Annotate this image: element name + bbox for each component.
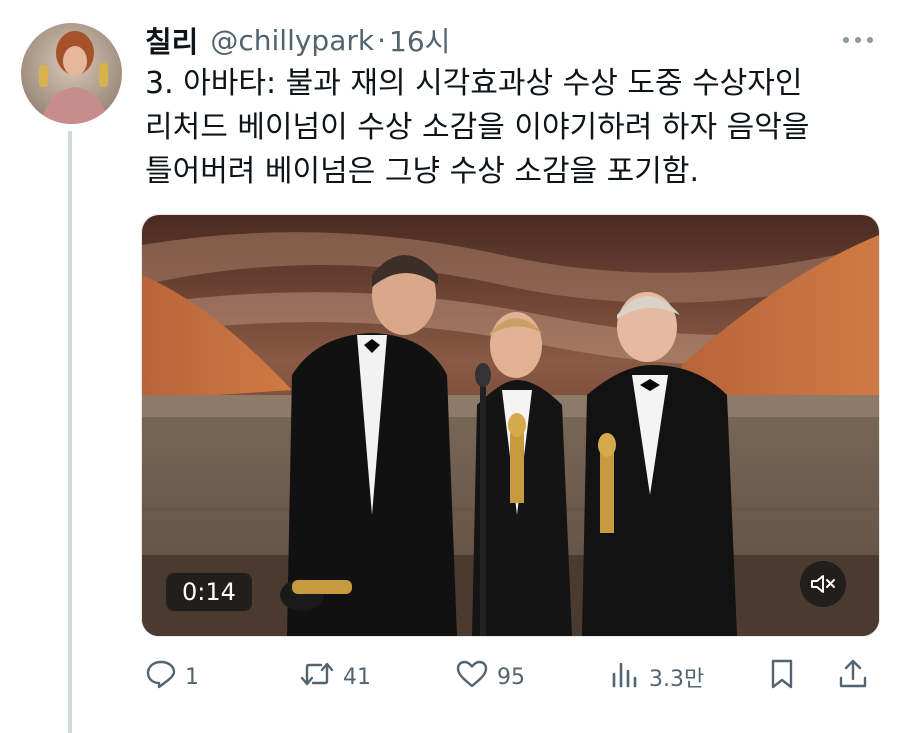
tweet-text: 3. 아바타: 불과 재의 시각효과상 수상 도중 수상자인 리처드 베이넘이 … xyxy=(145,62,865,194)
tweet-header: 칠리 @chillypark · 16시 xyxy=(145,20,450,60)
like-button[interactable]: 95 xyxy=(455,655,525,699)
tweet-time[interactable]: 16시 xyxy=(389,20,450,60)
video-timestamp: 0:14 xyxy=(166,573,252,611)
more-icon[interactable] xyxy=(836,26,880,54)
share-button[interactable] xyxy=(837,655,869,699)
bookmark-icon xyxy=(767,658,797,696)
action-bar: 1 41 95 3.3만 xyxy=(141,655,881,699)
like-icon xyxy=(455,659,489,695)
retweet-button[interactable]: 41 xyxy=(299,655,371,699)
tweet-text-line: 틀어버려 베이넘은 그냥 수상 소감을 포기함. xyxy=(145,154,700,189)
reply-count: 1 xyxy=(185,664,199,690)
reply-button[interactable]: 1 xyxy=(145,655,199,699)
views-count: 3.3만 xyxy=(649,667,705,692)
like-count: 95 xyxy=(497,664,525,690)
user-handle[interactable]: @chillypark xyxy=(210,24,374,57)
display-name[interactable]: 칠리 xyxy=(145,19,198,61)
tweet-text-line: 리처드 베이넘이 수상 소감을 이야기하려 하자 음악을 xyxy=(145,110,810,145)
bookmark-button[interactable] xyxy=(767,655,797,699)
avatar[interactable] xyxy=(21,23,122,124)
share-icon xyxy=(837,658,869,696)
speaker-muted-icon[interactable] xyxy=(800,561,846,607)
reply-icon xyxy=(145,659,177,695)
views-icon xyxy=(609,659,641,695)
separator-dot: · xyxy=(377,23,386,57)
video-player[interactable]: 0:14 xyxy=(141,214,880,637)
views-button[interactable]: 3.3만 xyxy=(609,655,704,699)
retweet-count: 41 xyxy=(343,664,371,690)
retweet-icon xyxy=(299,659,335,695)
thread-line xyxy=(68,131,72,733)
tweet-text-line: 3. 아바타: 불과 재의 시각효과상 수상 도중 수상자인 xyxy=(145,66,803,101)
video-frame xyxy=(142,215,879,636)
